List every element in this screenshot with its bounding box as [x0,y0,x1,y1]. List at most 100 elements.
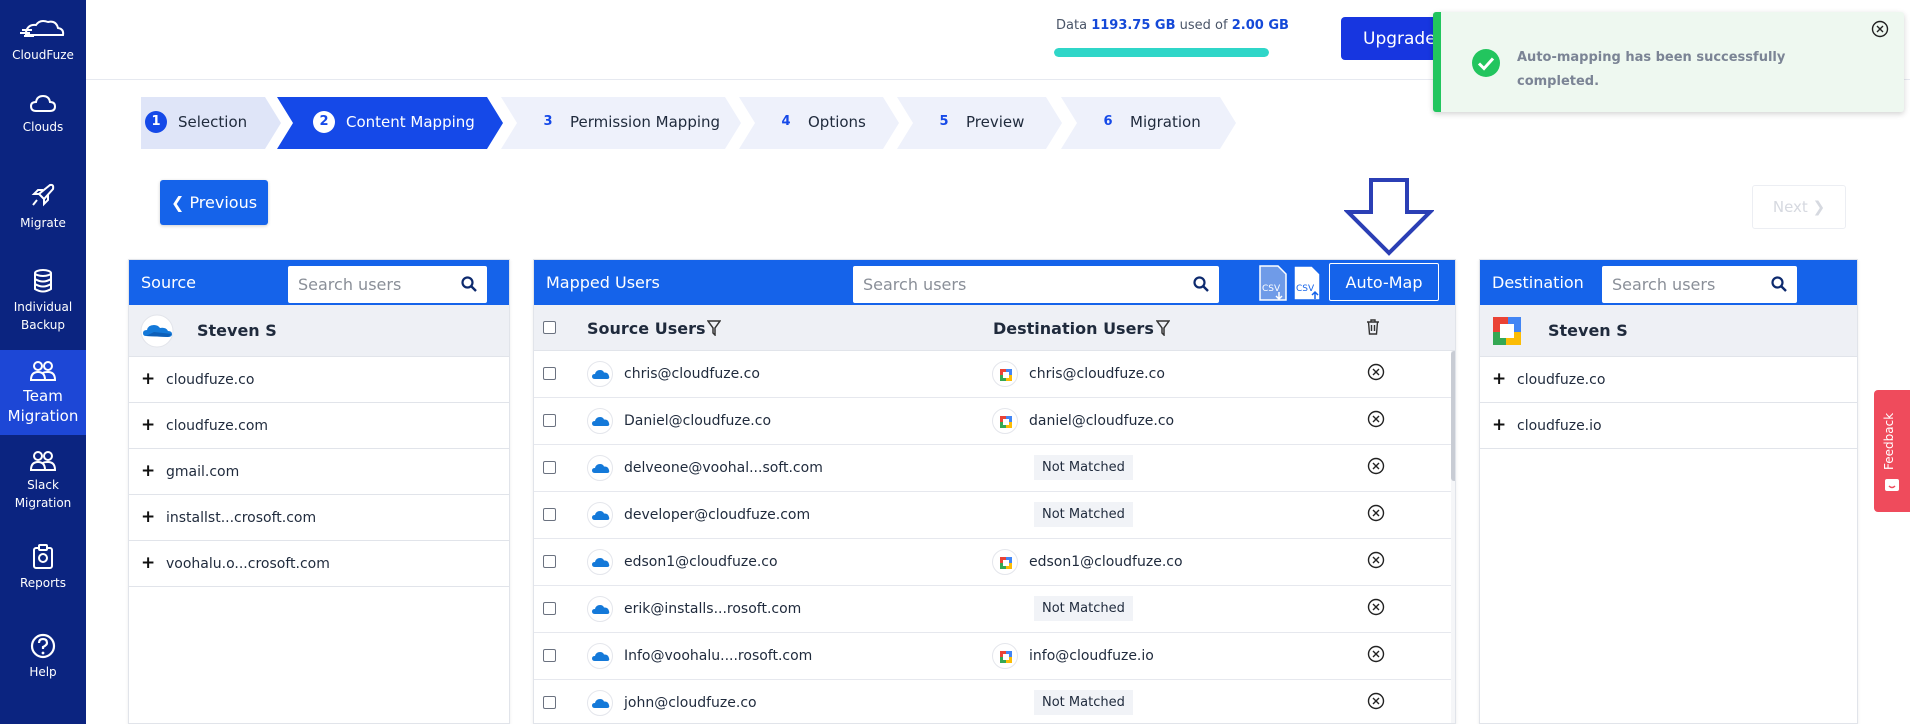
filter-icon[interactable] [707,320,722,337]
remove-mapping-icon[interactable] [1367,410,1385,432]
source-search [288,266,487,303]
remove-mapping-icon[interactable] [1367,457,1385,479]
not-matched-badge[interactable]: Not Matched [1034,502,1133,527]
domain-row[interactable]: + cloudfuze.co [1480,357,1857,403]
plus-icon[interactable]: + [1492,369,1506,389]
mapped-users-scrollbar[interactable] [1451,351,1455,723]
sidebar-item-help[interactable]: Help [0,633,86,681]
domain-row[interactable]: + gmail.com [129,449,509,495]
destination-account-name: Steven S [1548,321,1628,340]
step-options[interactable]: 4 Options [739,97,899,149]
success-toast: Auto-mapping has been successfully compl… [1433,12,1904,112]
sidebar-item-label: Migrate [20,216,66,230]
csv-download-icon[interactable]: CSV [1258,264,1288,302]
row-checkbox[interactable] [543,461,556,474]
storage-usage-fill [1054,48,1269,57]
row-checkbox[interactable] [543,555,556,568]
table-row: Daniel@cloudfuze.co daniel@cloudfuze.co [534,398,1454,445]
destination-search-input[interactable] [1602,266,1797,303]
step-permission-mapping[interactable]: 3 Permission Mapping [501,97,741,149]
previous-button[interactable]: ❮ Previous [160,180,268,225]
cloud-icon [30,94,56,112]
step-preview[interactable]: 5 Preview [897,97,1062,149]
sidebar-item-clouds[interactable]: Clouds [0,94,86,136]
row-checkbox[interactable] [543,602,556,615]
database-icon [34,269,52,293]
sidebar-item-label-line1: Team [23,387,63,405]
plus-icon[interactable]: + [1492,415,1506,435]
team-icon [29,361,57,381]
source-panel-title: Source [141,273,196,292]
step-number: 4 [781,114,791,129]
filter-icon[interactable] [1155,320,1171,337]
sidebar-item-label-line1: Slack [27,478,59,492]
domain-row[interactable]: + cloudfuze.io [1480,403,1857,449]
domain-name: cloudfuze.co [166,372,255,388]
not-matched-badge[interactable]: Not Matched [1034,455,1133,480]
csv-label: CSV [1262,284,1281,294]
auto-map-button[interactable]: Auto-Map [1329,263,1439,301]
onedrive-icon [587,361,613,387]
destination-user-email[interactable]: info@cloudfuze.io [1029,648,1154,664]
destination-account-row[interactable]: Steven S [1480,305,1857,357]
plus-icon[interactable]: + [141,369,155,389]
step-content-mapping[interactable]: 2 Content Mapping [277,97,503,149]
next-button[interactable]: Next ❯ [1752,185,1846,229]
domain-row[interactable]: + installst...crosoft.com [129,495,509,541]
select-all-checkbox[interactable] [543,321,556,334]
domain-row[interactable]: + cloudfuze.co [129,357,509,403]
close-icon[interactable] [1871,20,1889,38]
table-row: developer@cloudfuze.com Not Matched [534,492,1454,539]
remove-mapping-icon[interactable] [1367,551,1385,573]
help-icon [30,633,56,659]
plus-icon[interactable]: + [141,553,155,573]
remove-mapping-icon[interactable] [1367,645,1385,667]
search-icon[interactable] [461,276,477,292]
step-label: Content Mapping [346,113,475,131]
row-checkbox[interactable] [543,414,556,427]
mapped-users-title: Mapped Users [546,273,660,292]
search-icon[interactable] [1771,276,1787,292]
remove-mapping-icon[interactable] [1367,363,1385,385]
search-icon[interactable] [1193,276,1209,292]
not-matched-badge[interactable]: Not Matched [1034,690,1133,715]
scrollbar-thumb[interactable] [1451,351,1455,481]
plus-icon[interactable]: + [141,415,155,435]
row-checkbox[interactable] [543,508,556,521]
domain-row[interactable]: + cloudfuze.com [129,403,509,449]
source-user-email: Info@voohalu....rosoft.com [624,648,813,664]
step-migration[interactable]: 6 Migration [1061,97,1236,149]
row-checkbox[interactable] [543,367,556,380]
sidebar-item-individual-backup[interactable]: Individual Backup [0,268,86,334]
destination-user-email[interactable]: daniel@cloudfuze.co [1029,413,1174,429]
row-checkbox[interactable] [543,696,556,709]
table-row: edson1@cloudfuze.co edson1@cloudfuze.co [534,539,1454,586]
google-workspace-icon [992,643,1018,669]
remove-mapping-icon[interactable] [1367,692,1385,714]
remove-mapping-icon[interactable] [1367,504,1385,526]
feedback-tab[interactable]: Feedback [1874,390,1910,512]
sidebar-item-reports[interactable]: Reports [0,544,86,592]
trash-icon[interactable] [1366,318,1380,336]
csv-upload-icon[interactable]: CSV [1292,264,1322,302]
mapped-search-input[interactable] [853,266,1219,303]
domain-name: installst...crosoft.com [166,510,317,526]
sidebar-item-slack-migration[interactable]: Slack Migration [0,450,86,512]
plus-icon[interactable]: + [141,461,155,481]
source-account-row[interactable]: Steven S [129,305,509,357]
domain-row[interactable]: + voohalu.o...crosoft.com [129,541,509,587]
source-search-input[interactable] [288,266,487,303]
sidebar-item-team-migration[interactable]: Team Migration [0,350,86,435]
plus-icon[interactable]: + [141,507,155,527]
destination-search [1602,266,1797,303]
step-selection[interactable]: 1 Selection [141,97,281,149]
remove-mapping-icon[interactable] [1367,598,1385,620]
check-circle-icon [1472,49,1500,77]
destination-user-email[interactable]: edson1@cloudfuze.co [1029,554,1183,570]
destination-user-email[interactable]: chris@cloudfuze.co [1029,366,1165,382]
brand-logo[interactable]: CloudFuze [0,18,86,64]
usage-middle: used of [1175,18,1232,33]
row-checkbox[interactable] [543,649,556,662]
sidebar-item-migrate[interactable]: Migrate [0,182,86,232]
not-matched-badge[interactable]: Not Matched [1034,596,1133,621]
